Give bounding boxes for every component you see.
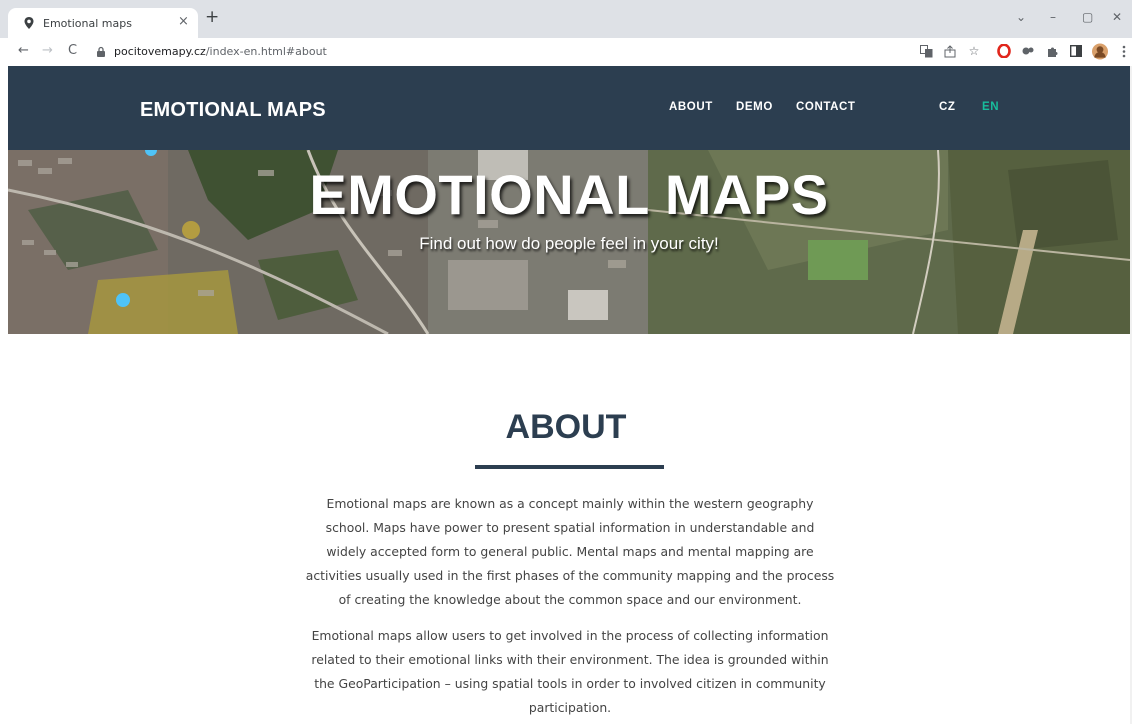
url-host: pocitovemapy.cz (114, 45, 206, 58)
paragraph-line: activities usually used in the first pha… (305, 568, 835, 583)
site-brand[interactable]: EMOTIONAL MAPS (140, 99, 326, 122)
close-window-button[interactable]: ✕ (1112, 10, 1122, 24)
tab-title: Emotional maps (43, 17, 132, 30)
paragraph-line: Emotional maps are known as a concept ma… (326, 496, 814, 511)
paragraph-line: the GeoParticipation – using spatial too… (314, 676, 826, 691)
minimize-button[interactable]: – (1050, 10, 1056, 24)
site-header: EMOTIONAL MAPS ABOUT DEMO CONTACT CZ EN (8, 66, 1130, 150)
nav-contact[interactable]: CONTACT (796, 101, 856, 113)
new-tab-button[interactable]: + (205, 9, 219, 26)
address-bar[interactable]: pocitovemapy.cz/index-en.html#about (90, 40, 910, 64)
forward-button[interactable]: → (42, 43, 53, 58)
browser-tab[interactable]: Emotional maps × (8, 8, 198, 38)
nav-about[interactable]: ABOUT (669, 101, 713, 113)
restore-button[interactable]: ▢ (1082, 10, 1093, 24)
profile-avatar[interactable] (1092, 43, 1108, 59)
browser-tabstrip: Emotional maps × + ⌄ – ▢ ✕ (0, 0, 1132, 38)
url-path: /index-en.html#about (205, 45, 327, 58)
about-paragraph-1: Emotional maps are known as a concept ma… (290, 492, 850, 612)
browser-toolbar: ← → C pocitovemapy.cz/index-en.html#abou… (0, 38, 1132, 66)
sidepanel-icon[interactable] (1068, 43, 1084, 59)
about-title: ABOUT (505, 408, 627, 446)
reload-button[interactable]: C (68, 43, 77, 58)
hero-banner: EMOTIONAL MAPS Find out how do people fe… (8, 150, 1130, 334)
paragraph-line: related to their emotional links with th… (311, 652, 829, 667)
about-paragraph-2: Emotional maps allow users to get involv… (290, 624, 850, 720)
lang-en[interactable]: EN (982, 101, 999, 113)
paragraph-line: Emotional maps allow users to get involv… (311, 628, 829, 643)
share-icon[interactable] (942, 43, 958, 59)
bookmark-star-icon[interactable]: ☆ (966, 43, 982, 59)
lock-icon (97, 46, 105, 57)
paragraph-line: participation. (528, 700, 612, 715)
puzzle-icon[interactable] (1044, 43, 1060, 59)
back-button[interactable]: ← (18, 43, 29, 58)
paragraph-line: widely accepted form to general public. … (326, 544, 814, 559)
url-text: pocitovemapy.cz/index-en.html#about (114, 45, 327, 58)
tab-search-chevron-icon[interactable]: ⌄ (1016, 10, 1026, 24)
menu-icon[interactable] (1116, 43, 1132, 59)
tab-close-icon[interactable]: × (178, 14, 189, 29)
translate-icon[interactable] (918, 43, 934, 59)
map-pin-icon (24, 17, 34, 29)
about-divider (475, 465, 664, 469)
paragraph-line: of creating the knowledge about the comm… (338, 592, 802, 607)
hero-subtitle: Find out how do people feel in your city… (419, 234, 719, 253)
nav-demo[interactable]: DEMO (736, 101, 773, 113)
opera-icon[interactable] (996, 43, 1012, 59)
lang-cz[interactable]: CZ (939, 101, 956, 113)
extension-icon[interactable] (1020, 43, 1036, 59)
hero-title: EMOTIONAL MAPS (309, 163, 829, 226)
paragraph-line: school. Maps have power to present spati… (325, 520, 815, 535)
